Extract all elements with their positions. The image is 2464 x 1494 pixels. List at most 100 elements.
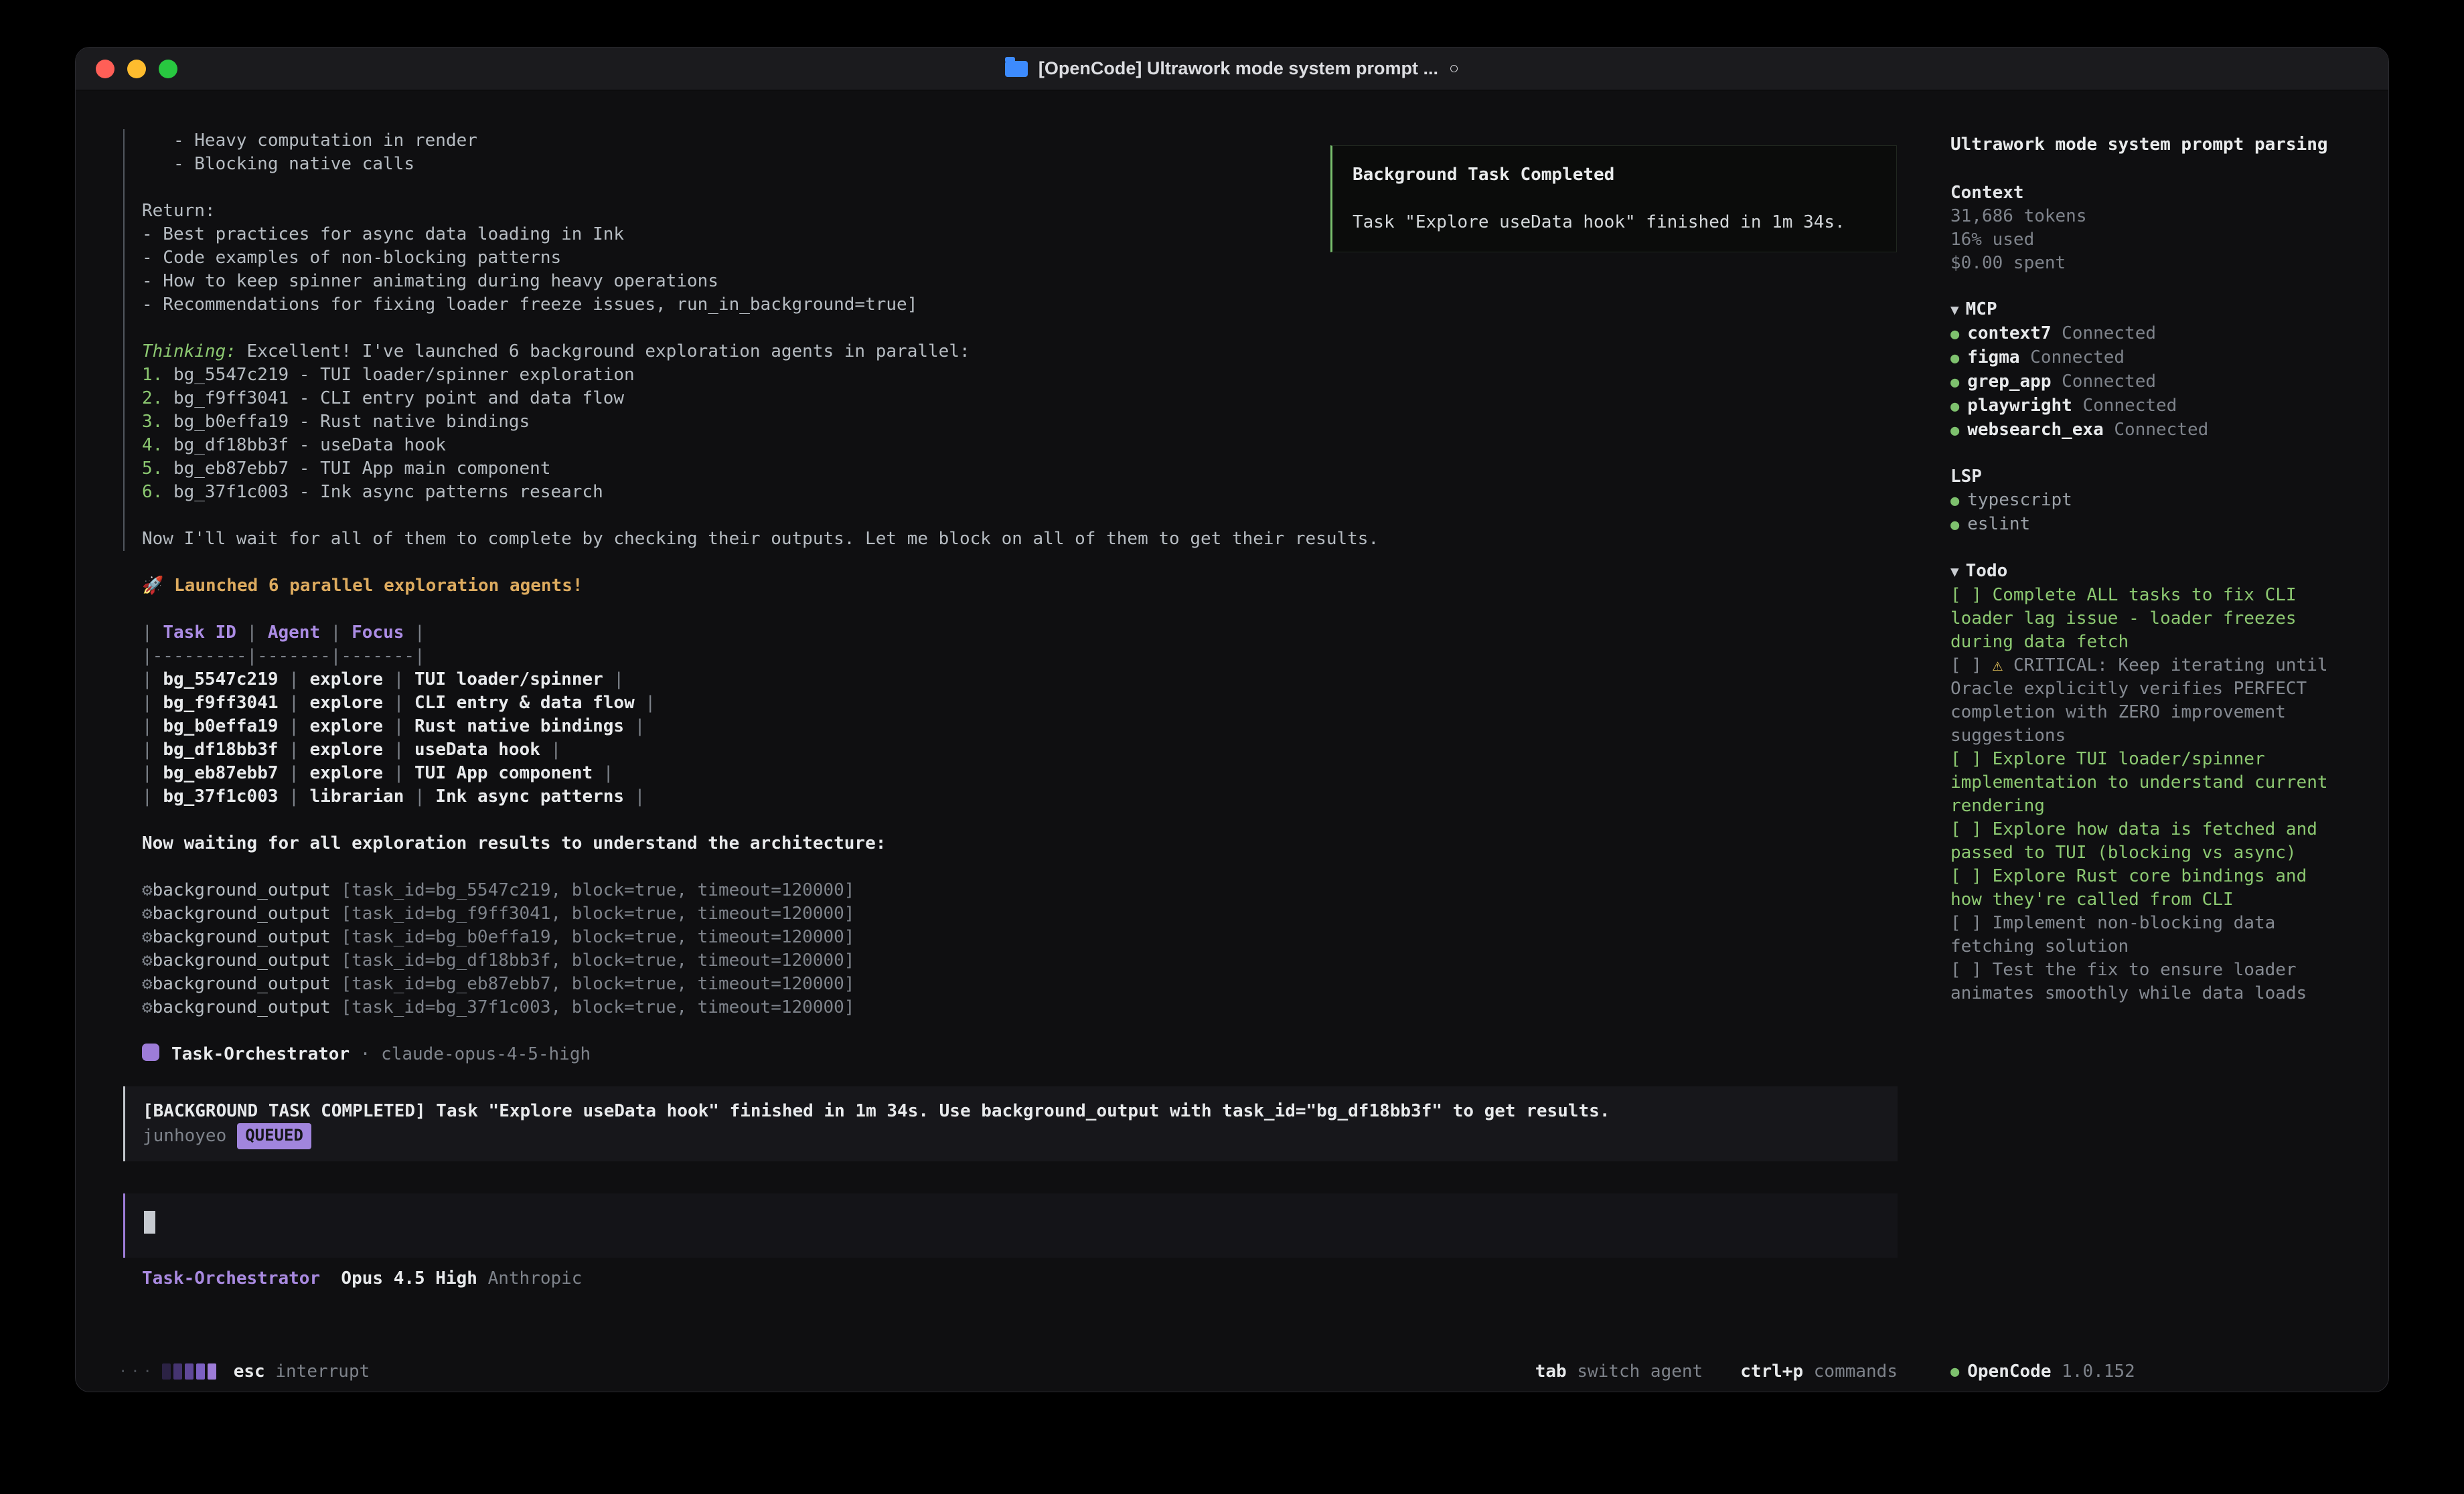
esc-action-label: interrupt [265, 1361, 370, 1382]
text-segment: Launched 6 parallel exploration agents! [174, 576, 583, 596]
text-segment: bg_37f1c003 - Ink async patterns researc… [173, 482, 603, 502]
context-heading: Context [1950, 181, 2329, 205]
terminal-line: | bg_b0effa19 | explore | Rust native bi… [142, 715, 1926, 738]
text-segment: Return: [142, 201, 216, 221]
todo-heading[interactable]: ▼Todo [1950, 560, 2329, 584]
text-segment: explore [309, 669, 383, 689]
terminal-line: Now I'll wait for all of them to complet… [142, 527, 1926, 551]
text-segment: | [279, 763, 310, 783]
tab-action-label: switch agent [1567, 1361, 1703, 1382]
minimize-button[interactable] [127, 60, 146, 78]
text-segment: Task-Orchestrator [171, 1044, 350, 1064]
lsp-heading: LSP [1950, 465, 2329, 489]
text-segment: |---------|-------|-------| [142, 646, 425, 666]
folder-icon [1005, 61, 1028, 77]
terminal-line [142, 855, 1926, 879]
text-segment: | [383, 669, 414, 689]
prompt-input[interactable] [123, 1193, 1898, 1258]
todo-item: [ ] ⚠ CRITICAL: Keep iterating until Ora… [1950, 654, 2329, 748]
text-segment: | [279, 693, 310, 713]
window-title-area: [OpenCode] Ultrawork mode system prompt … [76, 58, 2388, 79]
terminal-line: Thinking: Excellent! I've launched 6 bac… [142, 340, 1926, 363]
progress-block [162, 1363, 171, 1380]
text-segment: Focus [352, 622, 404, 643]
text-segment: Ink async patterns [435, 786, 624, 807]
text-segment: Rust native bindings [414, 716, 624, 736]
ctrlp-hint: ctrl+p commands [1740, 1361, 1898, 1382]
terminal-line: | bg_5547c219 | explore | TUI loader/spi… [142, 668, 1926, 691]
terminal-line: - How to keep spinner animating during h… [142, 270, 1926, 293]
traffic-lights [76, 60, 177, 78]
text-segment: | [593, 763, 613, 783]
text-segment: bg_37f1c003 [163, 786, 278, 807]
version-number: 1.0.152 [2051, 1361, 2135, 1382]
text-segment: 2. [142, 388, 173, 408]
terminal-line: 5. bg_eb87ebb7 - TUI App main component [142, 457, 1926, 481]
modified-indicator-icon: ○ [1449, 59, 1459, 78]
terminal-line: ⚙background_output [task_id=bg_eb87ebb7,… [142, 973, 1926, 996]
lsp-item: ●typescript [1950, 489, 2329, 513]
text-segment: TUI loader/spinner [414, 669, 603, 689]
terminal-line: Task-Orchestrator · claude-opus-4-5-high [142, 1043, 1926, 1066]
queued-body: Task "Explore useData hook" finished in … [426, 1101, 1610, 1121]
todo-item: [ ] Complete ALL tasks to fix CLI loader… [1950, 584, 2329, 654]
text-segment: bg_df18bb3f [163, 740, 278, 760]
text-segment: | [320, 622, 352, 643]
mcp-server-status: Connected [2051, 371, 2156, 392]
warning-icon: ⚠ [1993, 655, 2013, 675]
terminal-line [142, 317, 1926, 340]
mcp-item: ●figma Connected [1950, 346, 2329, 370]
text-segment: [task_id=bg_37f1c003, block=true, timeou… [341, 997, 854, 1017]
agent-spacer [320, 1268, 341, 1289]
text-segment: ⚙ [142, 880, 153, 900]
text-segment: - Best practices for async data loading … [142, 224, 624, 244]
tab-key-label: tab [1535, 1361, 1567, 1382]
terminal-line: 4. bg_df18bb3f - useData hook [142, 434, 1926, 457]
terminal-line: 🚀 Launched 6 parallel exploration agents… [142, 574, 1926, 598]
text-segment: background_output [153, 904, 341, 924]
terminal-line: 3. bg_b0effa19 - Rust native bindings [142, 410, 1926, 434]
terminal-line: ⚙background_output [task_id=bg_df18bb3f,… [142, 949, 1926, 973]
mcp-item: ●websearch_exa Connected [1950, 418, 2329, 442]
text-segment: | [279, 740, 310, 760]
status-bar-main: ··· esc interrupt tab switch agent ctrl+… [76, 1361, 1926, 1382]
text-segment: explore [309, 740, 383, 760]
terminal-line: - Recommendations for fixing loader free… [142, 293, 1926, 317]
mcp-heading[interactable]: ▼MCP [1950, 298, 2329, 322]
terminal-window: [OpenCode] Ultrawork mode system prompt … [75, 47, 2389, 1392]
text-segment: - Recommendations for fixing loader free… [142, 295, 917, 315]
terminal-line [142, 809, 1926, 832]
lsp-server-name: typescript [1967, 490, 2072, 510]
close-button[interactable] [96, 60, 114, 78]
zoom-button[interactable] [159, 60, 177, 78]
progress-block [185, 1363, 194, 1380]
text-segment: | [404, 622, 425, 643]
queued-meta-row: junhoyeo QUEUED [143, 1125, 1880, 1148]
todo-item: [ ] Explore TUI loader/spinner implement… [1950, 748, 2329, 818]
text-segment: ⚙ [142, 950, 153, 971]
lsp-item: ●eslint [1950, 513, 2329, 537]
status-bar: ··· esc interrupt tab switch agent ctrl+… [76, 1351, 2388, 1392]
terminal-line: ⚙background_output [task_id=bg_f9ff3041,… [142, 902, 1926, 926]
text-segment: Now waiting for all exploration results … [142, 833, 886, 853]
brand-name: OpenCode [1967, 1361, 2051, 1382]
lsp-section: LSP ●typescript●eslint [1950, 465, 2329, 537]
mcp-item: ●grep_app Connected [1950, 370, 2329, 394]
text-segment: bg_b0effa19 - Rust native bindings [173, 412, 530, 432]
text-segment: bg_f9ff3041 - CLI entry point and data f… [173, 388, 624, 408]
text-segment: ⚙ [142, 997, 153, 1017]
text-segment: 4. [142, 435, 173, 455]
agent-name: Task-Orchestrator [142, 1268, 320, 1289]
terminal-line [142, 551, 1926, 574]
toast-body: Task "Explore useData hook" finished in … [1353, 211, 1876, 234]
context-section: Context 31,686 tokens 16% used $0.00 spe… [1950, 181, 2329, 275]
mcp-server-name: figma [1967, 347, 2019, 367]
terminal-line: 6. bg_37f1c003 - Ink async patterns rese… [142, 481, 1926, 504]
text-segment: background_output [153, 950, 341, 971]
terminal-line: Now waiting for all exploration results … [142, 832, 1926, 855]
text-segment: 1. [142, 365, 173, 385]
progress-blocks [162, 1363, 216, 1380]
terminal-line: ⚙background_output [task_id=bg_b0effa19,… [142, 926, 1926, 949]
background-task-toast: Background Task Completed Task "Explore … [1330, 145, 1897, 252]
text-segment: background_output [153, 927, 341, 947]
